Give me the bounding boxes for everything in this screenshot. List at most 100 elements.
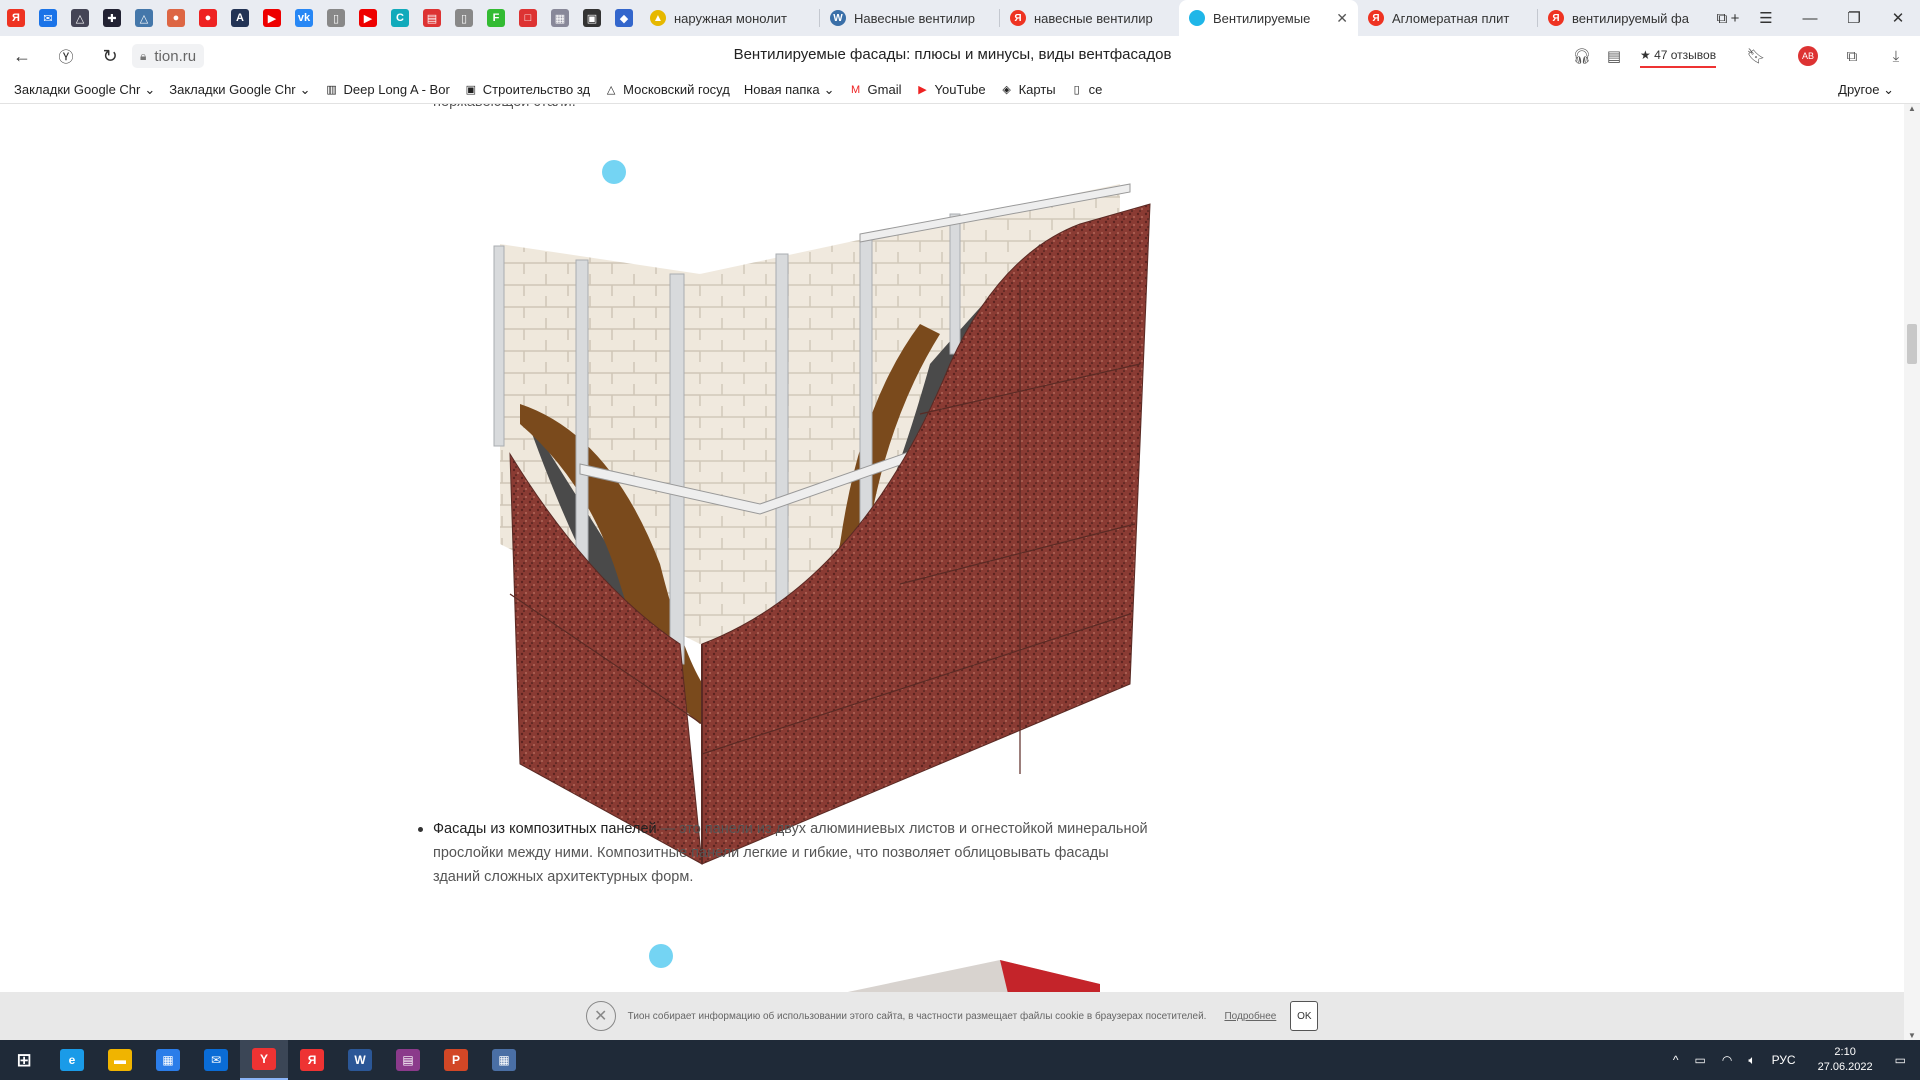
windows-taskbar: ⊞ e ▬ ▦ ✉ Y Я W ▤ P ▦ ^ ▭ ◠ 🔈︎ РУС 2:10 27.06.202… [0,1040,1920,1080]
pinned-tab[interactable]: Я [0,0,32,36]
taskbar-app[interactable]: ▦ [144,1040,192,1080]
browser-tab[interactable]: Явентилируемый фа [1538,0,1717,36]
url-field[interactable]: 🔒︎ tion.ru [132,44,205,68]
clock-date: 27.06.2022 [1817,1061,1873,1073]
menu-icon[interactable]: ☰ [1744,0,1788,36]
downloads-icon[interactable]: ⤓ [1884,44,1908,68]
pinned-tab[interactable]: ▯ [320,0,352,36]
taskbar-app[interactable]: Я [288,1040,336,1080]
volume-muted-icon[interactable]: 🔈︎ [1748,1053,1755,1068]
bookmark-item[interactable]: △ Московский госуд [604,82,730,97]
cookie-close-button[interactable]: ✕ [585,1001,616,1031]
tray-chevron-icon[interactable]: ^ [1673,1053,1679,1067]
restore-button[interactable]: ❐ [1832,0,1876,36]
pinned-tab[interactable]: □ [512,0,544,36]
pinned-tab[interactable]: vk [288,0,320,36]
taskbar-app[interactable]: ▦ [480,1040,528,1080]
browser-tab[interactable]: W Навесные вентилир [820,0,999,36]
green-f-icon: F [487,9,505,27]
bookmark-favicon-icon: ◈ [1002,84,1011,96]
lock-icon: 🔒︎ [140,48,147,63]
folder-icon: ▬ [108,1049,132,1071]
cookie-text: Тион собирает информацию об использовани… [627,1010,1207,1022]
page-scrollbar[interactable]: ▲ ▼ [1904,104,1920,1040]
clock[interactable]: 2:10 27.06.2022 [1818,1045,1873,1075]
wifi-icon[interactable]: ◠ [1722,1053,1732,1067]
pinned-tab[interactable]: ✉ [32,0,64,36]
yandex-home-icon[interactable]: Ⓨ [44,36,88,76]
back-button[interactable]: ← [0,36,44,76]
bookmark-icon[interactable]: 🔖︎ [1746,44,1766,68]
bookmark-item[interactable]: M Gmail [849,82,902,97]
pinned-tab[interactable]: ◆ [608,0,640,36]
bookmark-item[interactable]: ▣ Строительство зд [464,82,591,97]
pinned-tab[interactable]: △ [128,0,160,36]
pinned-tab[interactable]: C [384,0,416,36]
pinned-tab[interactable]: ✚ [96,0,128,36]
pinned-tab[interactable]: ▣ [576,0,608,36]
system-tray: ^ ▭ ◠ 🔈︎ РУС 2:10 27.06.2022 ▭ [1665,1040,1920,1080]
reviews-badge[interactable]: ★ 47 отзывов [1640,44,1717,68]
browser-tab[interactable]: ▲ наружная монолит [640,0,819,36]
reader-mode-icon[interactable]: ▤ [1604,44,1624,68]
youtube-icon: ▶ [263,9,281,27]
edge-icon: e [60,1049,84,1071]
pinned-tab[interactable]: ▯ [448,0,480,36]
pinned-tab[interactable]: ▶ [256,0,288,36]
taskbar-app[interactable]: ▬ [96,1040,144,1080]
bookmark-item[interactable]: Новая папка ⌄ [744,82,835,98]
bookmark-label: Строительство зд [482,82,591,97]
pinned-tab[interactable]: ▤ [416,0,448,36]
browser-tab[interactable]: Я Агломератная плит [1358,0,1537,36]
pinned-tab[interactable]: ● [160,0,192,36]
pinned-tab[interactable]: A [224,0,256,36]
taskbar-app[interactable]: W [336,1040,384,1080]
bookmark-item[interactable]: ▶ YouTube [915,82,985,97]
browser-tab[interactable]: Янавесные вентилир [1000,0,1179,36]
pinned-tab[interactable]: ● [192,0,224,36]
pinned-tab[interactable]: ▶ [352,0,384,36]
scroll-up-arrow[interactable]: ▲ [1908,104,1916,113]
chevron-down-icon: ⌄ [823,81,835,97]
taskbar-app[interactable]: e [48,1040,96,1080]
close-window-button[interactable]: ✕ [1876,0,1920,36]
notifications-icon[interactable]: ▭ [1895,1053,1906,1067]
scroll-down-arrow[interactable]: ▼ [1908,1031,1916,1040]
collections-icon[interactable]: ⧉ [1840,44,1864,68]
other-bookmarks[interactable]: Другое ⌄ [1838,82,1894,98]
cookie-ok-button[interactable]: OK [1290,1001,1319,1031]
cursor-highlight-dot [649,944,673,968]
cookie-more-link[interactable]: Подробнее [1224,1011,1276,1022]
start-button[interactable]: ⊞ [0,1040,48,1080]
scrollbar-thumb[interactable] [1907,324,1917,364]
reload-button[interactable]: ↻ [88,36,132,76]
minimize-button[interactable]: — [1788,0,1832,36]
bookmark-item[interactable]: Закладки Google Chr ⌄ [169,82,310,98]
letter-a-icon: A [231,9,249,27]
bookmark-favicon-icon: ▶ [918,84,927,96]
headphones-icon[interactable]: 🎧︎ [1572,44,1592,68]
close-tab-icon[interactable]: ✕ [1336,10,1348,27]
pinned-tab[interactable]: F [480,0,512,36]
bookmarks-bar: Закладки Google Chr ⌄ Закладки Google Chr… [0,76,1920,104]
pinned-tab[interactable]: ▦ [544,0,576,36]
note-icon: □ [519,9,537,27]
windows-logo-icon: ⊞ [16,1049,32,1070]
language-indicator[interactable]: РУС [1772,1053,1796,1067]
browser-tab[interactable]: Вентилируемые ✕ [1179,0,1358,36]
pinned-tab[interactable]: △ [64,0,96,36]
taskbar-app[interactable]: Y [240,1040,288,1080]
document-icon: ▯ [327,9,345,27]
taskbar-app[interactable]: ▤ [384,1040,432,1080]
bookmark-item[interactable]: ◈ Карты [1000,82,1055,97]
youtube-icon: ▶ [359,9,377,27]
page-content: нержавеющей стали. [0,104,1905,1040]
adblock-extension-icon[interactable]: AB [1796,44,1820,68]
bookmark-item[interactable]: ▯ ce [1070,82,1103,97]
taskbar-app[interactable]: P [432,1040,480,1080]
taskbar-app[interactable]: ✉ [192,1040,240,1080]
tab-manager-icon[interactable]: ⧉ [1700,0,1744,36]
battery-icon[interactable]: ▭ [1695,1053,1706,1067]
bookmark-item[interactable]: Закладки Google Chr ⌄ [14,82,155,98]
bookmark-item[interactable]: ▥ Deep Long A - Bor [325,82,449,97]
